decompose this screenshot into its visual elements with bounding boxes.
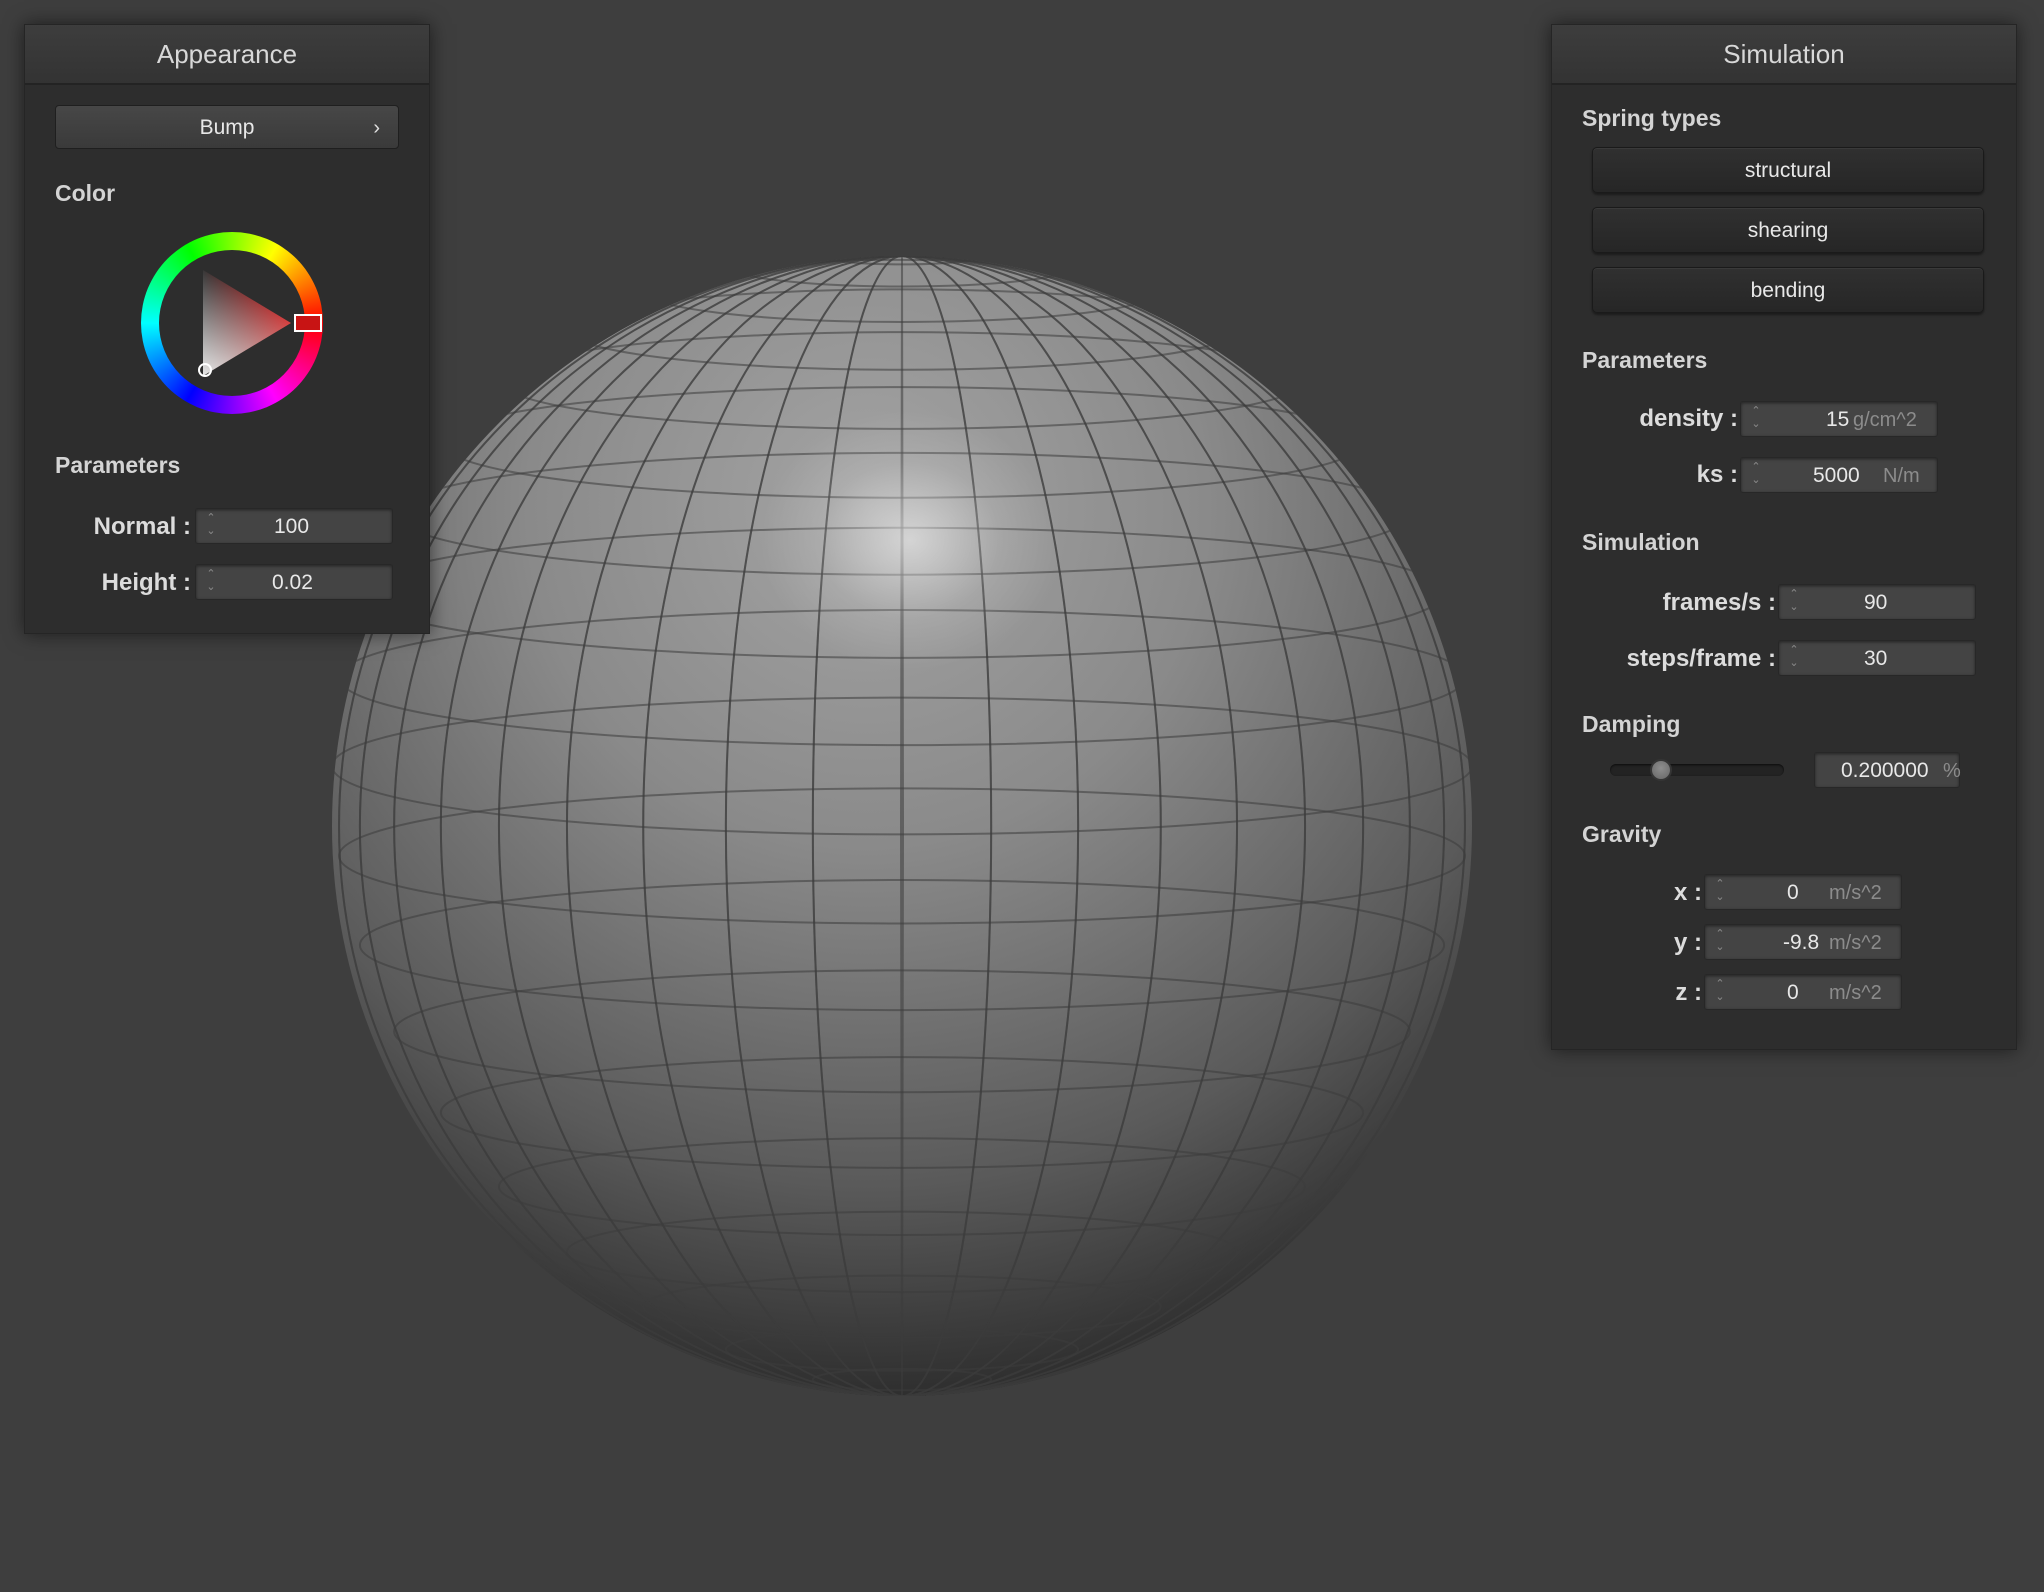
density-label: density :: [1639, 405, 1738, 432]
bending-toggle-button[interactable]: bending: [1592, 267, 1984, 313]
gravity-x-label: x :: [1673, 879, 1702, 906]
spinner-arrows-icon[interactable]: ⌃ ⌄: [1713, 978, 1727, 1006]
steps-per-frame-value: 30: [1864, 647, 1888, 670]
spring-types-label: Spring types: [1582, 105, 1722, 131]
sim-params-label: Parameters: [1582, 347, 1708, 373]
appearance-panel: Appearance Bump › Color Parameters Norma…: [24, 24, 430, 634]
fps-label: frames/s :: [1662, 589, 1776, 616]
gravity-x-unit: m/s^2: [1829, 882, 1882, 904]
gravity-x-input[interactable]: ⌃ ⌄ 0 m/s^2: [1704, 874, 1902, 910]
ks-value: 5000: [1813, 464, 1860, 487]
spinner-arrows-icon[interactable]: ⌃ ⌄: [1787, 644, 1801, 672]
gravity-label: Gravity: [1582, 821, 1662, 847]
height-label: Height :: [101, 569, 191, 596]
shader-select-button[interactable]: Bump ›: [55, 105, 399, 149]
damping-input[interactable]: 0.200000 %: [1814, 752, 1961, 788]
gravity-z-label: z :: [1675, 979, 1702, 1006]
ks-input[interactable]: ⌃ ⌄ 5000 N/m: [1740, 457, 1938, 493]
structural-toggle-button[interactable]: structural: [1592, 147, 1984, 193]
gravity-y-input[interactable]: ⌃ ⌄ -9.8 m/s^2: [1704, 924, 1902, 960]
spinner-arrows-icon[interactable]: ⌃ ⌄: [204, 512, 218, 540]
normal-value: 100: [274, 515, 310, 538]
color-triangle[interactable]: [141, 232, 323, 414]
height-value: 0.02: [272, 571, 313, 594]
simulation-panel: Simulation Spring types structural shear…: [1551, 24, 2017, 1050]
damping-unit: %: [1943, 760, 1961, 782]
gravity-y-value: -9.8: [1783, 931, 1820, 954]
appearance-params-label: Parameters: [55, 452, 181, 478]
appearance-panel-title: Appearance: [25, 25, 429, 85]
color-wheel[interactable]: [141, 232, 323, 414]
ks-label: ks :: [1696, 461, 1738, 488]
gravity-z-input[interactable]: ⌃ ⌄ 0 m/s^2: [1704, 974, 1902, 1010]
gravity-y-label: y :: [1673, 929, 1702, 956]
height-input[interactable]: ⌃ ⌄ 0.02: [195, 564, 393, 600]
damping-slider-handle[interactable]: [1650, 759, 1673, 781]
simulation-panel-title: Simulation: [1552, 25, 2016, 85]
normal-label: Normal :: [93, 513, 191, 540]
damping-value: 0.200000: [1841, 759, 1929, 782]
damping-label: Damping: [1582, 711, 1681, 737]
fps-input[interactable]: ⌃ ⌄ 90: [1778, 584, 1976, 620]
color-section-label: Color: [55, 180, 116, 206]
steps-per-frame-label: steps/frame :: [1626, 645, 1776, 672]
spinner-arrows-icon[interactable]: ⌃ ⌄: [1749, 461, 1763, 489]
spinner-arrows-icon[interactable]: ⌃ ⌄: [1787, 588, 1801, 616]
simulation-section-label: Simulation: [1582, 529, 1700, 555]
fps-value: 90: [1864, 591, 1888, 614]
shader-select-label: Bump: [199, 116, 255, 139]
hue-selector-marker[interactable]: [294, 314, 322, 332]
density-unit: g/cm^2: [1853, 409, 1917, 431]
spinner-arrows-icon[interactable]: ⌃ ⌄: [1749, 405, 1763, 433]
gravity-z-unit: m/s^2: [1829, 982, 1882, 1004]
density-input[interactable]: ⌃ ⌄ 15 g/cm^2: [1740, 401, 1938, 437]
normal-input[interactable]: ⌃ ⌄ 100: [195, 508, 393, 544]
steps-per-frame-input[interactable]: ⌃ ⌄ 30: [1778, 640, 1976, 676]
spinner-arrows-icon[interactable]: ⌃ ⌄: [1713, 878, 1727, 906]
damping-slider[interactable]: [1610, 759, 1784, 781]
shearing-toggle-button[interactable]: shearing: [1592, 207, 1984, 253]
density-value: 15: [1826, 408, 1850, 431]
spinner-arrows-icon[interactable]: ⌃ ⌄: [204, 568, 218, 596]
gravity-x-value: 0: [1787, 881, 1799, 904]
gravity-y-unit: m/s^2: [1829, 932, 1882, 954]
spinner-arrows-icon[interactable]: ⌃ ⌄: [1713, 928, 1727, 956]
gravity-z-value: 0: [1787, 981, 1799, 1004]
ks-unit: N/m: [1883, 465, 1920, 487]
chevron-right-icon: ›: [373, 117, 380, 139]
